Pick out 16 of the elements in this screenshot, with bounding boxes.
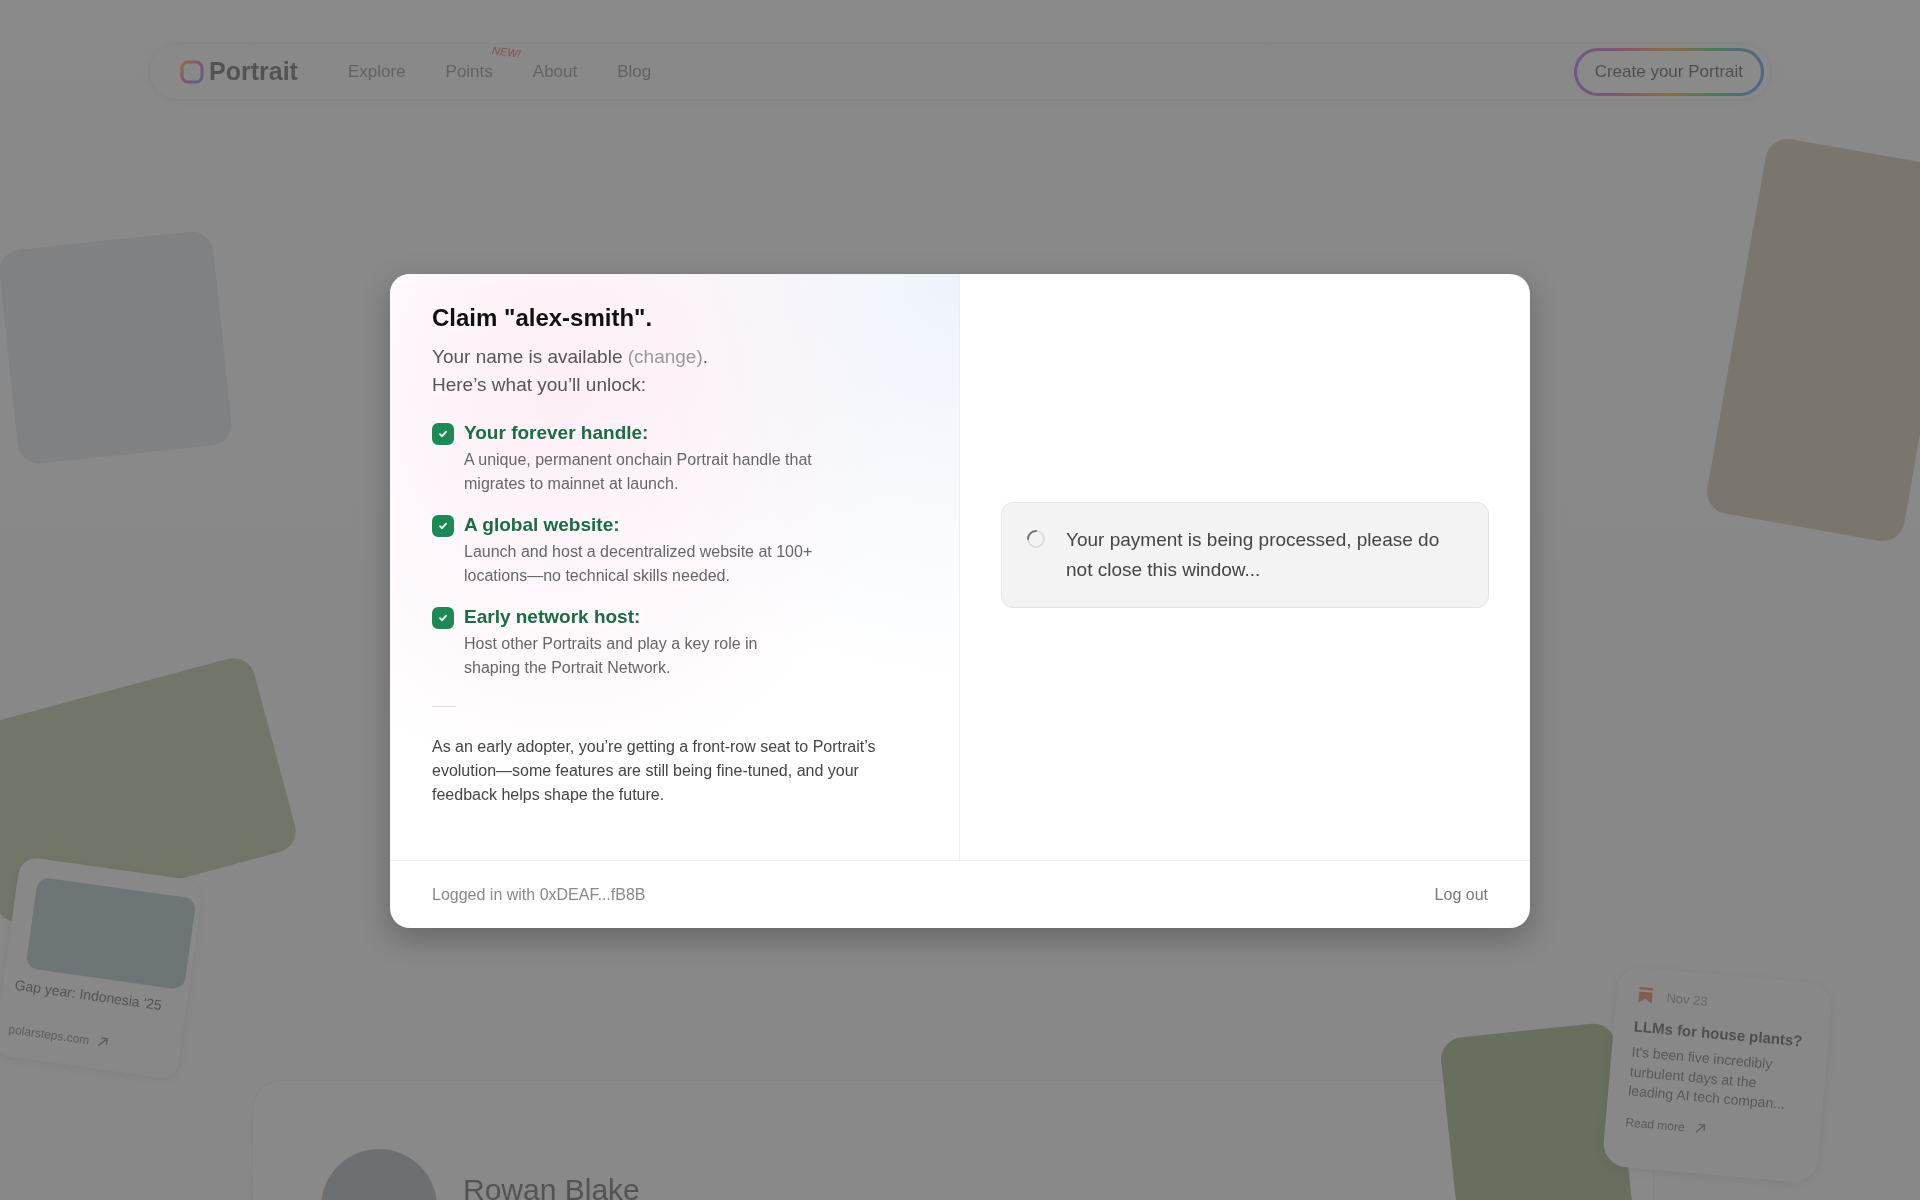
feature-description: A unique, permanent onchain Portrait handle that migrates to mainnet at launch. xyxy=(464,450,813,494)
early-adopter-note: As an early adopter, you’re getting a front-row seat to Portrait’s evolution—some features are still being fine-tuned, and your feedback helps shape the future. xyxy=(432,737,877,805)
status-text: Your payment is being processed, please do not close this window... xyxy=(1066,528,1441,582)
new-label: NEW! xyxy=(491,43,522,60)
feature-title: A global website: xyxy=(464,514,621,536)
log-out-link[interactable]: Log out xyxy=(1434,885,1488,904)
account-text: Logged in with 0xDEAF...fB8B xyxy=(432,885,646,904)
feature-description: Host other Portraits and play a key role in shaping the Portrait Network. xyxy=(464,634,759,678)
post-title: LLMs for house plants? xyxy=(1633,1017,1805,1050)
feature-title: Early network host: xyxy=(464,606,642,628)
availability-text: Your name is available (change). xyxy=(432,346,710,368)
unlock-text: Here’s what you’ll unlock: xyxy=(432,374,648,396)
feature-description: Launch and host a decentralized website at 100+ locations—no technical skills needed. xyxy=(464,542,814,586)
change-link[interactable]: (change) xyxy=(627,346,703,367)
dialog-title: Claim "alex-smith". xyxy=(432,304,654,332)
feature-title: Your forever handle: xyxy=(464,422,650,444)
